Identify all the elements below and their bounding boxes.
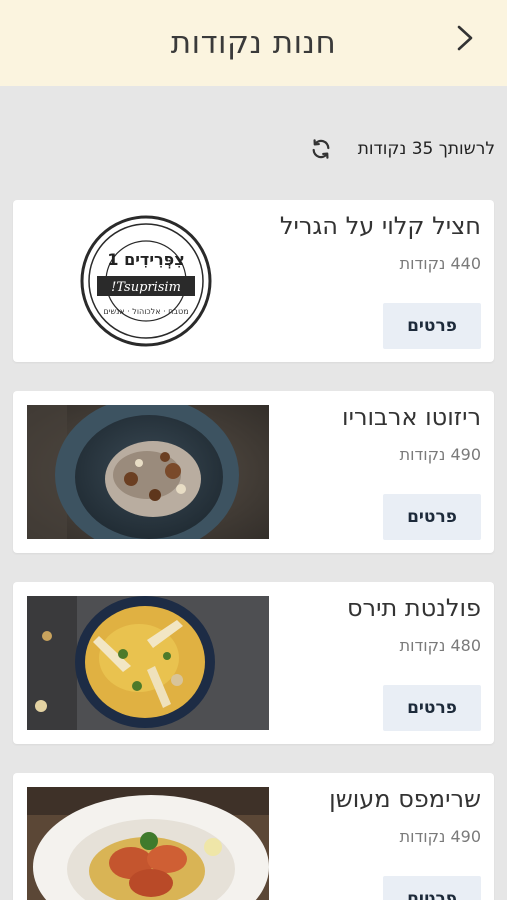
- details-button[interactable]: פרטים: [383, 685, 481, 731]
- back-button[interactable]: [448, 18, 482, 58]
- product-name: שרימפס מעושן: [329, 785, 481, 813]
- product-name: ריזוטו ארבוריו: [342, 403, 481, 431]
- points-balance-text: לרשותך 35 נקודות: [357, 139, 495, 159]
- refresh-icon[interactable]: [310, 138, 332, 160]
- product-points: 480 נקודות: [399, 636, 481, 655]
- product-info: שרימפס מעושן 490 נקודות: [276, 785, 481, 846]
- points-balance: לרשותך 35 נקודות: [310, 138, 495, 160]
- app-header: חנות נקודות: [0, 0, 507, 86]
- product-info: פולנטת תירס 480 נקודות: [276, 594, 481, 655]
- product-card: פולנטת תירס 480 נקודות פרטים: [13, 582, 494, 744]
- shrimp-photo: [27, 787, 269, 900]
- details-button[interactable]: פרטים: [383, 303, 481, 349]
- details-button[interactable]: פרטים: [383, 876, 481, 900]
- restaurant-logo: צִפְּרִידִים 1 Tsuprisim! מטבח · אלכוהול…: [79, 214, 213, 348]
- product-name: פולנטת תירס: [346, 594, 481, 622]
- risotto-photo: [27, 405, 269, 539]
- product-points: 490 נקודות: [399, 827, 481, 846]
- chevron-right-icon: [457, 25, 473, 51]
- logo-text-top: צִפְּרִידִים 1: [107, 250, 184, 269]
- logo-text-bottom: מטבח · אלכוהול · אנשים: [103, 307, 188, 316]
- product-points: 490 נקודות: [399, 445, 481, 464]
- product-card: ריזוטו ארבוריו 490 נקודות פרטים: [13, 391, 494, 553]
- product-info: חציל קלוי על הגריל 440 נקודות: [276, 212, 481, 273]
- product-name: חציל קלוי על הגריל: [279, 212, 481, 240]
- product-card: חציל קלוי על הגריל 440 נקודות פרטים צִפְ…: [13, 200, 494, 362]
- page-title: חנות נקודות: [170, 25, 337, 61]
- details-button[interactable]: פרטים: [383, 494, 481, 540]
- logo-script: Tsuprisim!: [111, 280, 181, 295]
- product-info: ריזוטו ארבוריו 490 נקודות: [276, 403, 481, 464]
- product-points: 440 נקודות: [399, 254, 481, 273]
- polenta-photo: [27, 596, 269, 730]
- product-card: שרימפס מעושן 490 נקודות פרטים: [13, 773, 494, 900]
